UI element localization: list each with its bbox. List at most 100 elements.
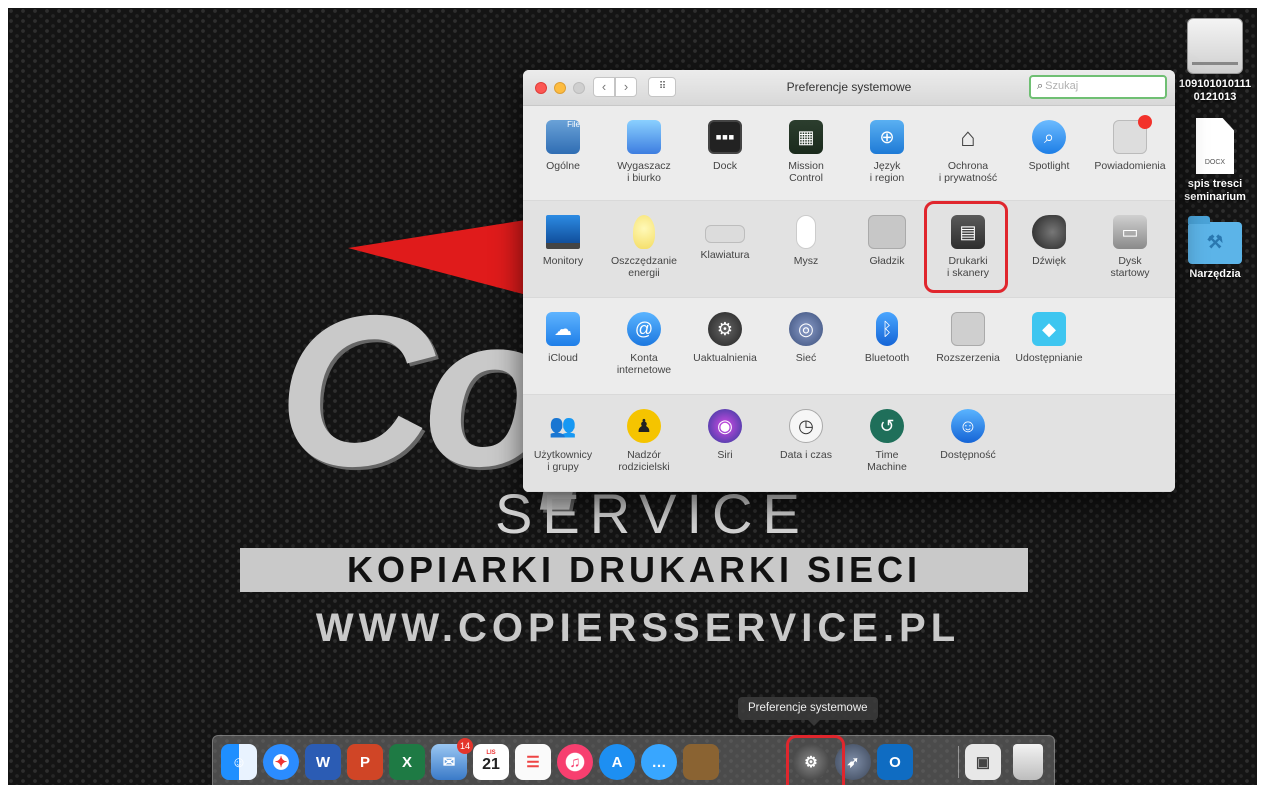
pref-pane-mouse[interactable]: Mysz: [766, 215, 846, 267]
monitor-icon: [546, 215, 580, 249]
pref-pane-language-region[interactable]: ⊕ Język i region: [847, 120, 927, 184]
dock-messages-icon[interactable]: …: [641, 744, 677, 780]
hard-drive-icon: [1187, 18, 1243, 74]
pref-pane-siri[interactable]: ◉ Siri: [685, 409, 765, 461]
pref-pane-startup-disk[interactable]: ▭ Dysk startowy: [1090, 215, 1170, 279]
notifications-icon: [1113, 115, 1152, 154]
folder-icon: ⚒: [1188, 216, 1242, 264]
search-field[interactable]: ⌕ Szukaj: [1029, 75, 1167, 99]
startup-disk-icon: ▭: [1113, 215, 1147, 249]
pref-pane-network-globe[interactable]: ◎ Sieć: [766, 312, 846, 364]
pref-pane-desktop-screensaver[interactable]: Wygaszacz i biurko: [604, 120, 684, 184]
pref-pane-security-house[interactable]: ⌂ Ochrona i prywatność: [928, 120, 1008, 185]
dock-trash-icon[interactable]: [1013, 744, 1043, 780]
keyboard-icon: [705, 225, 745, 243]
pref-pane-label: Gładzik: [869, 255, 905, 267]
dock-mail-icon[interactable]: ✉ 14: [431, 738, 473, 780]
pref-pane-label: Dock: [713, 160, 737, 172]
dock-music-icon[interactable]: ♫: [557, 744, 593, 780]
pref-pane-software-update-gear[interactable]: ⚙ Uaktualnienia: [685, 312, 765, 364]
dock-prefs-highlight-box: [786, 735, 845, 785]
pref-pane-label: Data i czas: [780, 449, 832, 461]
dock-glyph: ✉: [442, 754, 456, 771]
pref-pane-label: Klawiatura: [700, 249, 750, 261]
search-placeholder: Szukaj: [1045, 80, 1079, 92]
pref-pane-mission-control[interactable]: ▦ Mission Control: [766, 120, 846, 184]
dock-icon: ▪▪▪: [708, 120, 742, 154]
desktop-icon-label: Narzędzia: [1189, 268, 1241, 280]
pref-pane-clock-calendar[interactable]: ◷ Data i czas: [766, 409, 846, 461]
dock-glyph: ☺: [231, 753, 247, 771]
dock-excel-icon[interactable]: X: [389, 744, 425, 780]
dock-glyph: A: [611, 753, 623, 771]
pref-pane-dock[interactable]: ▪▪▪ Dock: [685, 120, 765, 172]
pref-pane-spotlight[interactable]: ⌕ Spotlight: [1009, 120, 1089, 172]
pref-pane-puzzle-piece[interactable]: Rozszerzenia: [928, 312, 1008, 364]
pref-pane-lightbulb[interactable]: Oszczędzanie energii: [604, 215, 684, 279]
dock-app-store-icon[interactable]: A: [599, 744, 635, 780]
pref-pane-bluetooth[interactable]: ᛒ Bluetooth: [847, 312, 927, 364]
pref-row-4: 👥 Użytkownicy i grupy ♟ Nadzór rodzicielski…: [523, 395, 1175, 492]
clock-calendar-icon: ◷: [789, 409, 823, 443]
desktop-icon-folder[interactable]: ⚒ Narzędzia: [1170, 216, 1257, 281]
desktop-icon-document[interactable]: DOCX spis tresci seminarium: [1170, 118, 1257, 204]
users-icon: 👥: [549, 413, 577, 438]
pref-pane-monitor[interactable]: Monitory: [523, 215, 603, 267]
pref-pane-time-machine[interactable]: ↺ Time Machine: [847, 409, 927, 473]
pref-pane-keyboard[interactable]: Klawiatura: [685, 215, 765, 261]
pref-pane-label: Oszczędzanie energii: [611, 255, 677, 279]
pref-row-3: ☁ iCloud @ Konta internetowe ⚙ Uaktualnienia ◎…: [523, 298, 1175, 395]
mouse-icon: [796, 215, 816, 249]
pref-pane-label: Sieć: [795, 352, 817, 364]
dock-book-icon[interactable]: [683, 744, 719, 780]
pref-pane-label: Język i region: [869, 160, 905, 184]
dock-glyph: O: [889, 753, 901, 771]
pref-pane-label: Ogólne: [546, 160, 580, 172]
dock-calendar-icon[interactable]: LIS 21: [473, 744, 509, 780]
pref-pane-notifications[interactable]: Powiadomienia: [1090, 115, 1170, 172]
dock-glyph: W: [315, 753, 331, 771]
dock-finder-icon[interactable]: ☺: [221, 744, 257, 780]
dock-word-icon[interactable]: W: [305, 744, 341, 780]
dock-safari-icon[interactable]: ✦: [263, 744, 299, 780]
pref-pane-icloud[interactable]: ☁ iCloud: [523, 312, 603, 364]
dock-glyph: 21: [482, 756, 500, 773]
pref-row-1: File Ogólne Wygaszacz i biurko ▪▪▪ Dock ▦ Miss…: [523, 106, 1175, 201]
mission-control-icon: ▦: [789, 120, 823, 154]
pref-pane-trackpad[interactable]: Gładzik: [847, 215, 927, 267]
lightbulb-icon: [633, 215, 655, 249]
desktop-icon-label: 109101010111 0121013: [1178, 78, 1252, 103]
pref-pane-label: Dostępność: [940, 449, 996, 461]
puzzle-piece-icon: [951, 312, 985, 346]
pref-pane-general[interactable]: File Ogólne: [523, 120, 603, 172]
icloud-icon: ☁: [546, 312, 580, 346]
dock-preview-icon[interactable]: ▣: [965, 744, 1001, 780]
pref-pane-speaker[interactable]: Dźwięk: [1009, 215, 1089, 267]
dock-powerpoint-icon[interactable]: P: [347, 744, 383, 780]
pref-pane-label: Użytkownicy i grupy: [533, 449, 593, 473]
bluetooth-icon: ᛒ: [876, 312, 898, 346]
pref-pane-label: Ochrona i prywatność: [938, 160, 998, 184]
dock-glyph: P: [359, 753, 370, 771]
printers-highlight-box: [924, 201, 1008, 293]
pref-pane-parental-controls[interactable]: ♟ Nadzór rodzicielski: [604, 409, 684, 473]
general-icon: File: [546, 120, 580, 154]
sharing-sign-icon: ◆: [1032, 312, 1066, 346]
pref-pane-accessibility[interactable]: ☺ Dostępność: [928, 409, 1008, 461]
pref-pane-at-sign[interactable]: @ Konta internetowe: [604, 312, 684, 376]
desktop-icon-drive[interactable]: 109101010111 0121013: [1170, 18, 1257, 104]
dock-glyph: ✦: [274, 754, 288, 771]
pref-pane-label: Rozszerzenia: [936, 352, 1000, 364]
dock-reminders-icon[interactable]: ☰: [515, 744, 551, 780]
wallpaper-service-text: SERVICE: [495, 482, 810, 545]
dock-tooltip: Preferencje systemowe: [738, 697, 878, 726]
pref-pane-label: Wygaszacz i biurko: [617, 160, 671, 184]
pref-pane-sharing-sign[interactable]: ◆ Udostępnianie: [1009, 312, 1089, 364]
dock-outlook-icon[interactable]: O: [877, 744, 913, 780]
security-house-icon: ⌂: [960, 121, 976, 152]
dock-glyph: …: [651, 753, 667, 771]
pref-pane-users[interactable]: 👥 Użytkownicy i grupy: [523, 409, 603, 473]
siri-icon: ◉: [708, 409, 742, 443]
pref-pane-label: Mysz: [793, 255, 819, 267]
system-preferences-window: ‹ › ⠿ Preferencje systemowe ⌕ Szukaj File…: [523, 70, 1175, 492]
